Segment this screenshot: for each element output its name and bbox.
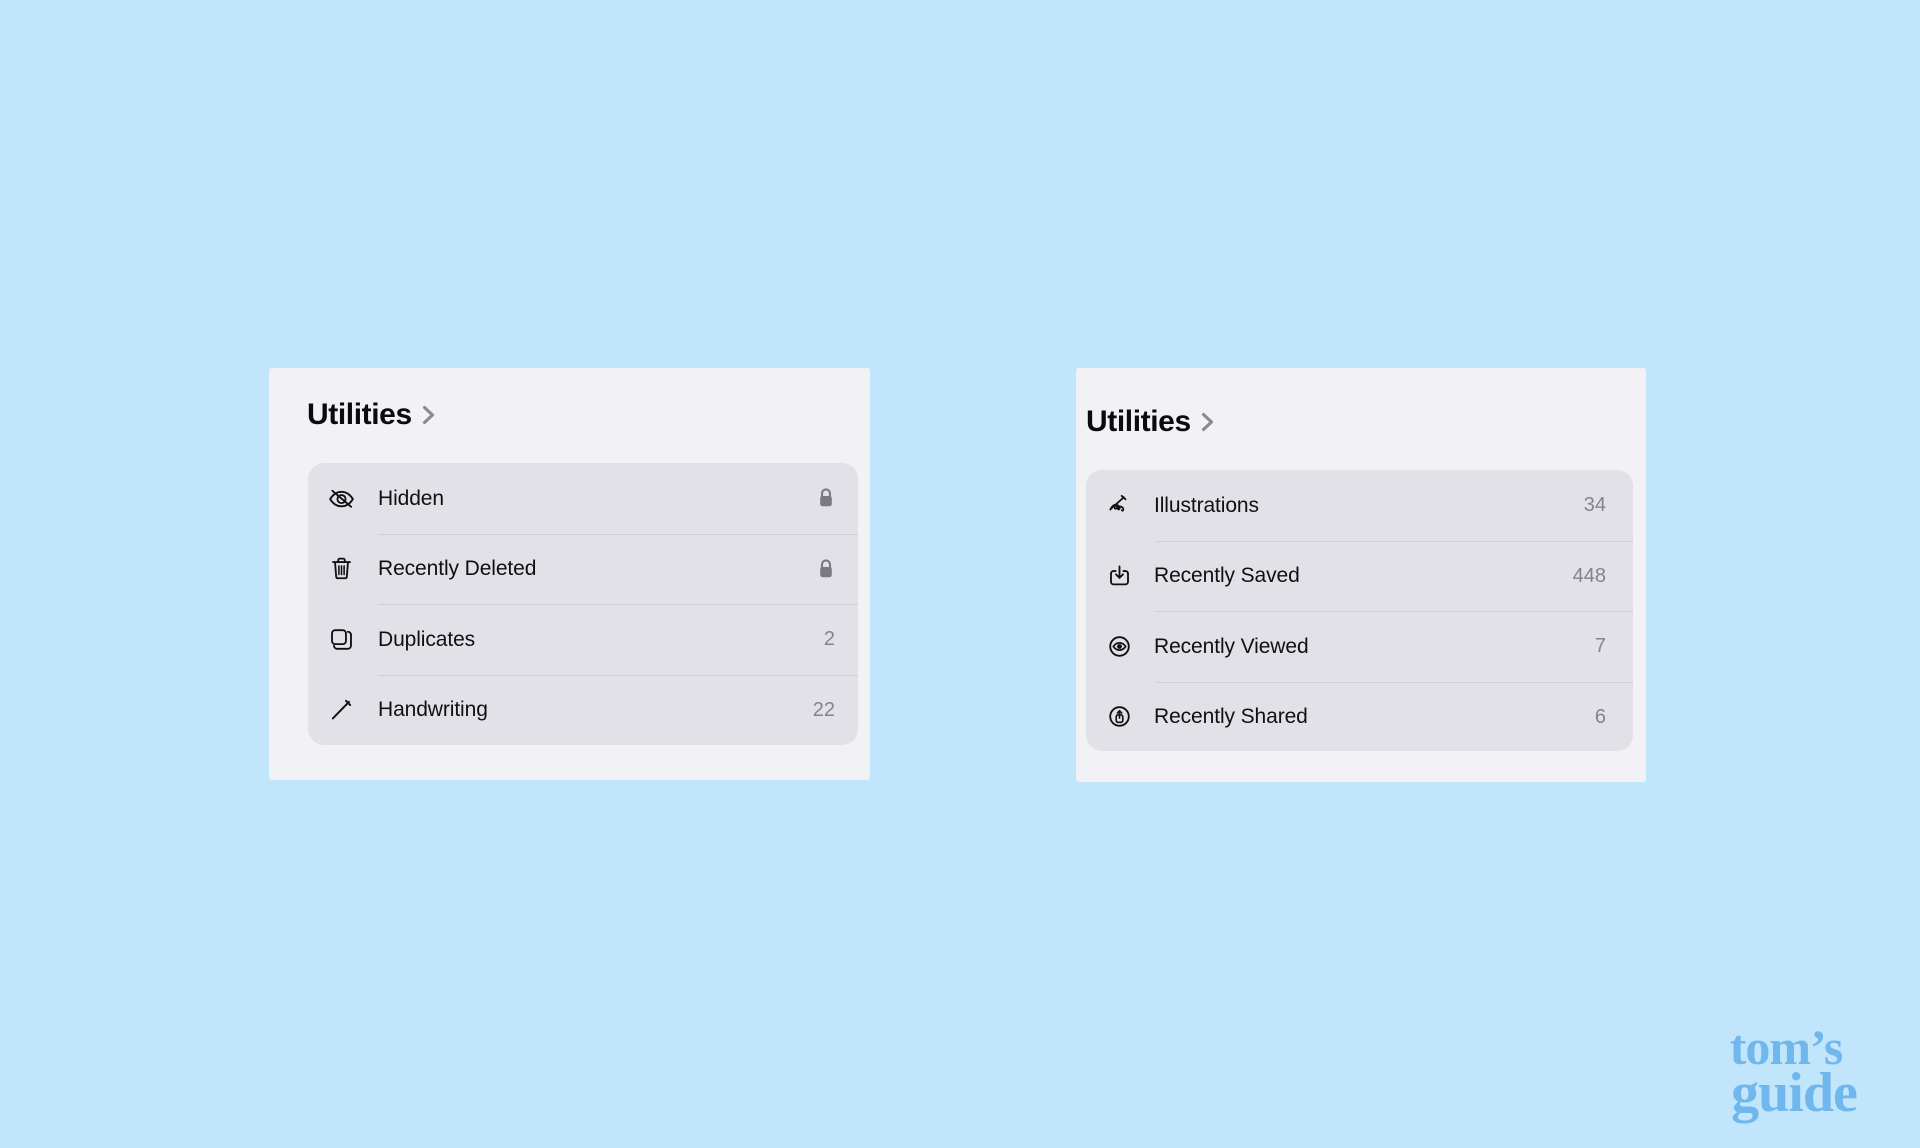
list-item-label: Handwriting [378,698,488,722]
list-item-count: 34 [1583,494,1606,517]
svg-text:tom’s: tom’s [1730,1019,1843,1075]
share-circle-icon [1104,702,1134,732]
utilities-panel-left: Utilities Hidden Recently Deleted Duplic… [269,368,870,780]
eye-slash-icon [326,483,356,513]
list-item-label: Illustrations [1154,493,1259,517]
list-item-label: Recently Deleted [378,557,537,581]
lock-icon [817,558,835,580]
utilities-list-right: Illustrations 34 Recently Saved 448 Rece… [1086,470,1633,751]
list-item[interactable]: Handwriting 22 [308,674,858,746]
panel-header-right[interactable]: Utilities [1086,407,1216,437]
svg-text:guide: guide [1731,1062,1857,1124]
list-item[interactable]: Illustrations 34 [1086,470,1633,541]
save-download-icon [1104,561,1134,591]
panel-header-left[interactable]: Utilities [307,400,437,430]
list-item-label: Duplicates [378,627,476,651]
chevron-right-icon[interactable] [421,404,437,426]
lock-icon [817,487,835,509]
list-item[interactable]: Hidden [308,463,858,534]
duplicate-icon [326,624,356,654]
utilities-panel-right: Utilities Illustrations 34 Recently Save… [1076,368,1646,782]
list-item-label: Recently Viewed [1154,634,1309,658]
eye-circle-icon [1104,631,1134,661]
trash-icon [326,554,356,584]
list-item-count: 22 [812,698,835,721]
utilities-list-left: Hidden Recently Deleted Duplicates 2 Han… [308,463,858,745]
list-item[interactable]: Recently Shared 6 [1086,681,1633,752]
list-item-label: Recently Shared [1154,705,1308,729]
toms-guide-watermark: tom’s guide [1690,1016,1890,1126]
screenshot-canvas: Utilities Hidden Recently Deleted Duplic… [0,0,1920,1148]
list-item[interactable]: Recently Viewed 7 [1086,611,1633,682]
pencil-icon [326,695,356,725]
list-item-count: 448 [1572,564,1606,587]
scribble-icon [1104,490,1134,520]
list-item[interactable]: Duplicates 2 [308,604,858,675]
list-item-count: 2 [823,628,835,651]
list-item[interactable]: Recently Deleted [308,533,858,605]
list-item-label: Recently Saved [1154,564,1300,588]
list-item[interactable]: Recently Saved 448 [1086,540,1633,612]
page-title: Utilities [307,398,412,431]
list-item-count: 6 [1594,705,1606,728]
page-title: Utilities [1086,405,1191,438]
list-item-count: 7 [1594,635,1606,658]
list-item-label: Hidden [378,486,444,510]
chevron-right-icon[interactable] [1200,411,1216,433]
